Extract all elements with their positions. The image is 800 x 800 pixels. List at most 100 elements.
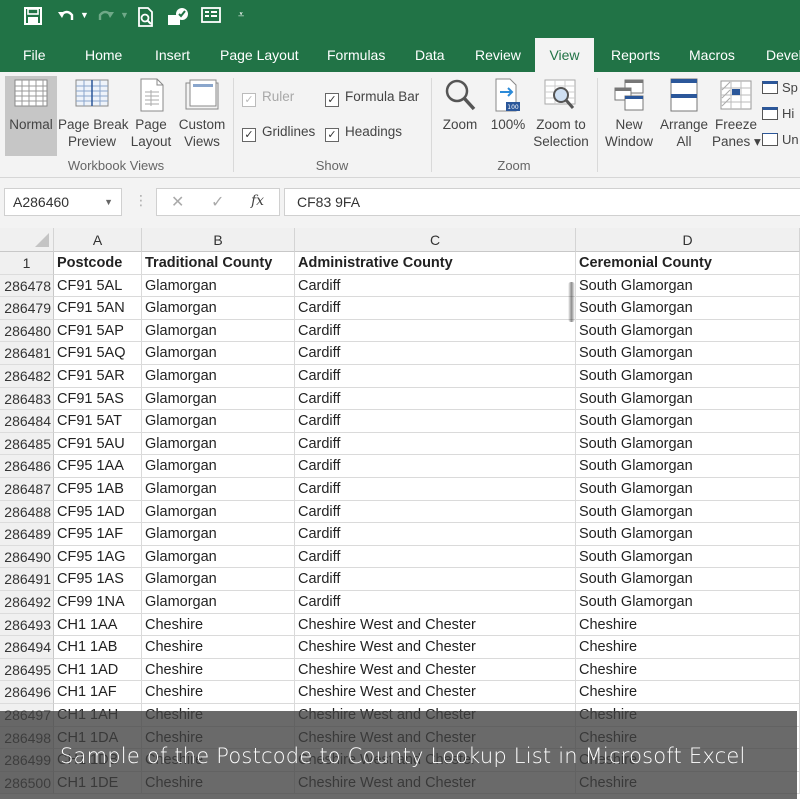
unhide-button[interactable]: Un [762,132,799,147]
row-header[interactable]: 286479 [0,297,54,320]
row-header[interactable]: 286478 [0,274,54,298]
traditional-county-cell[interactable]: Cheshire [142,681,295,704]
share-icon[interactable] [166,7,190,29]
column-header-d[interactable]: D [576,228,800,252]
administrative-county-cell[interactable]: Cardiff [295,568,576,591]
administrative-county-cell[interactable]: Cardiff [295,478,576,501]
row-header[interactable]: 286482 [0,365,54,388]
traditional-county-cell[interactable]: Glamorgan [142,432,295,456]
print-preview-icon[interactable] [136,7,156,29]
page-break-preview-button[interactable]: Page Break Preview [58,76,129,150]
cancel-icon[interactable]: ✕ [171,192,184,212]
customize-qat-icon[interactable]: ⩡ [238,9,244,22]
traditional-county-cell[interactable]: Glamorgan [142,387,295,411]
traditional-county-cell[interactable]: Glamorgan [142,568,295,591]
split-button[interactable]: Sp [762,80,798,95]
row-header[interactable]: 286489 [0,523,54,546]
ceremonial-county-cell[interactable]: South Glamorgan [576,523,800,546]
traditional-county-cell[interactable]: Glamorgan [142,319,295,343]
row-header[interactable]: 286495 [0,658,54,682]
ceremonial-county-cell[interactable]: South Glamorgan [576,342,800,365]
redo-icon[interactable] [96,7,116,29]
postcode-cell[interactable]: CF91 5AP [54,319,142,343]
traditional-county-cell[interactable]: Cheshire [142,658,295,682]
traditional-county-cell[interactable]: Cheshire [142,636,295,659]
administrative-county-cell[interactable]: Cardiff [295,410,576,433]
ceremonial-county-cell[interactable]: South Glamorgan [576,387,800,411]
row-header[interactable]: 286480 [0,319,54,343]
administrative-county-cell[interactable]: Cardiff [295,500,576,524]
postcode-cell[interactable]: CH1 1AB [54,636,142,659]
tab-review[interactable]: Review [475,38,521,72]
ceremonial-county-cell[interactable]: South Glamorgan [576,545,800,569]
save-icon[interactable] [22,7,44,29]
form-icon[interactable] [200,7,222,29]
administrative-county-cell[interactable]: Cardiff [295,297,576,320]
postcode-cell[interactable]: CH1 1AD [54,658,142,682]
tab-formulas[interactable]: Formulas [327,38,385,72]
administrative-county-cell[interactable]: Cardiff [295,274,576,298]
postcode-cell[interactable]: CF95 1AA [54,455,142,478]
ceremonial-county-cell[interactable]: South Glamorgan [576,432,800,456]
administrative-county-cell[interactable]: Cardiff [295,319,576,343]
new-window-button[interactable]: New Window [602,76,656,150]
ceremonial-county-cell[interactable]: South Glamorgan [576,274,800,298]
administrative-county-cell[interactable]: Cheshire West and Chester [295,658,576,682]
ceremonial-county-cell[interactable]: South Glamorgan [576,568,800,591]
administrative-county-cell[interactable]: Cardiff [295,432,576,456]
postcode-cell[interactable]: CF91 5AL [54,274,142,298]
traditional-county-cell[interactable]: Glamorgan [142,591,295,614]
traditional-county-cell[interactable]: Glamorgan [142,500,295,524]
row-header[interactable]: 286492 [0,591,54,614]
administrative-county-cell[interactable]: Cardiff [295,387,576,411]
postcode-cell[interactable]: CF95 1AB [54,478,142,501]
administrative-county-cell[interactable]: Cardiff [295,523,576,546]
row-header[interactable]: 286485 [0,432,54,456]
tab-reports[interactable]: Reports [611,38,660,72]
traditional-county-cell[interactable]: Glamorgan [142,455,295,478]
insert-function-icon[interactable]: fx [251,193,264,209]
ceremonial-county-cell[interactable]: South Glamorgan [576,478,800,501]
postcode-cell[interactable]: CF91 5AS [54,387,142,411]
tab-data[interactable]: Data [415,38,445,72]
zoom-button[interactable]: Zoom [440,76,480,133]
ceremonial-county-cell[interactable]: South Glamorgan [576,500,800,524]
administrative-county-cell[interactable]: Cheshire West and Chester [295,613,576,637]
header-cell-ceremonial-county[interactable]: Ceremonial County [576,252,800,275]
row-header[interactable]: 286487 [0,478,54,501]
tab-home[interactable]: Home [85,38,122,72]
administrative-county-cell[interactable]: Cardiff [295,591,576,614]
traditional-county-cell[interactable]: Glamorgan [142,410,295,433]
ceremonial-county-cell[interactable]: Cheshire [576,636,800,659]
column-header-c[interactable]: C [295,228,576,252]
page-layout-view-button[interactable]: Page Layout [130,76,172,150]
ceremonial-county-cell[interactable]: South Glamorgan [576,410,800,433]
postcode-cell[interactable]: CF95 1AG [54,545,142,569]
row-header[interactable]: 286488 [0,500,54,524]
column-header-a[interactable]: A [54,228,142,252]
row-header[interactable]: 286494 [0,636,54,659]
ceremonial-county-cell[interactable]: South Glamorgan [576,591,800,614]
row-header[interactable]: 286481 [0,342,54,365]
postcode-cell[interactable]: CF91 5AT [54,410,142,433]
select-all-button[interactable] [0,228,54,252]
formula-bar-checkbox[interactable]: ✓ Formula Bar [325,89,419,107]
header-cell-postcode[interactable]: Postcode [54,252,142,275]
column-header-b[interactable]: B [142,228,295,252]
row-header[interactable]: 1 [0,252,54,275]
header-cell-traditional-county[interactable]: Traditional County [142,252,295,275]
enter-icon[interactable]: ✓ [211,192,224,212]
ceremonial-county-cell[interactable]: South Glamorgan [576,297,800,320]
row-header[interactable]: 286493 [0,613,54,637]
ceremonial-county-cell[interactable]: South Glamorgan [576,365,800,388]
administrative-county-cell[interactable]: Cheshire West and Chester [295,681,576,704]
postcode-cell[interactable]: CH1 1AA [54,613,142,637]
traditional-county-cell[interactable]: Cheshire [142,613,295,637]
formula-bar-resize-handle[interactable]: ⋮ [134,192,148,209]
name-box-dropdown-icon[interactable]: ▼ [104,189,113,215]
ceremonial-county-cell[interactable]: Cheshire [576,681,800,704]
name-box[interactable]: A286460 ▼ [4,188,122,216]
traditional-county-cell[interactable]: Glamorgan [142,342,295,365]
row-header[interactable]: 286483 [0,387,54,411]
ceremonial-county-cell[interactable]: South Glamorgan [576,319,800,343]
